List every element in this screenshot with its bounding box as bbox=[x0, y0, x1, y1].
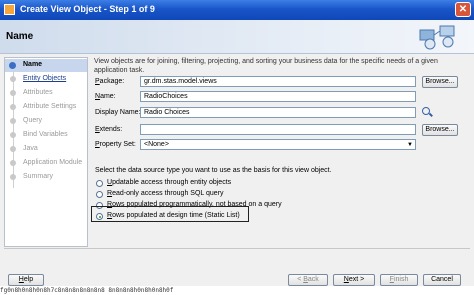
radio-icon bbox=[96, 180, 103, 187]
step-query: Query bbox=[5, 115, 87, 128]
wizard-header: Name bbox=[0, 20, 474, 54]
step-application-module: Application Module bbox=[5, 157, 87, 170]
finish-button: Finish bbox=[380, 274, 418, 286]
step-entity-objects[interactable]: Entity Objects bbox=[5, 73, 87, 86]
package-input[interactable]: gr.dm.stas.model.views bbox=[140, 76, 416, 87]
source-prompt: Select the data source type you want to … bbox=[95, 167, 332, 174]
step-label: Summary bbox=[23, 173, 53, 180]
description-text: View objects are for joining, filtering,… bbox=[94, 58, 438, 74]
display-name-label: Display Name: bbox=[95, 109, 141, 116]
name-label: Name: bbox=[95, 93, 116, 100]
step-label: Name bbox=[23, 61, 43, 68]
next-button[interactable]: Next > bbox=[333, 274, 375, 286]
step-dot-icon bbox=[10, 174, 16, 180]
step-summary: Summary bbox=[5, 171, 87, 184]
step-attributes: Attributes bbox=[5, 87, 87, 100]
step-current-icon bbox=[9, 62, 16, 69]
step-dot-icon bbox=[10, 132, 16, 138]
property-set-label: Property Set: bbox=[95, 141, 136, 148]
wizard-steps: Name Entity Objects Attributes Attribute… bbox=[4, 57, 88, 247]
view-object-illustration-icon bbox=[419, 25, 455, 50]
step-label: Bind Variables bbox=[23, 131, 68, 138]
help-button[interactable]: Help bbox=[8, 274, 44, 286]
step-name[interactable]: Name bbox=[5, 59, 87, 72]
step-label: Java bbox=[23, 145, 38, 152]
display-name-input[interactable]: Radio Choices bbox=[140, 107, 416, 118]
property-set-value: <None> bbox=[144, 141, 169, 148]
cancel-button[interactable]: Cancel bbox=[423, 274, 461, 286]
page-title: Name bbox=[6, 31, 34, 42]
package-label: Package: bbox=[95, 78, 125, 85]
extends-input[interactable] bbox=[140, 124, 416, 135]
extends-browse-button[interactable]: Browse... bbox=[422, 124, 458, 136]
status-strip: fg0n8h0n8h0n8h7c8n8n8n8n8n8n8 8n8n8n8h0n… bbox=[0, 286, 474, 295]
step-dot-icon bbox=[10, 118, 16, 124]
title-bar: Create View Object - Step 1 of 9 ✕ bbox=[0, 0, 474, 20]
package-browse-button[interactable]: Browse... bbox=[422, 76, 458, 88]
step-label: Attributes bbox=[23, 89, 53, 96]
window-title: Create View Object - Step 1 of 9 bbox=[20, 4, 155, 14]
step-dot-icon bbox=[10, 146, 16, 152]
property-set-select[interactable]: <None> ▼ bbox=[140, 139, 416, 150]
chevron-down-icon: ▼ bbox=[407, 142, 413, 148]
step-label: Entity Objects bbox=[23, 75, 67, 82]
step-java: Java bbox=[5, 143, 87, 156]
step-dot-icon bbox=[10, 160, 16, 166]
extends-label: Extends: bbox=[95, 126, 123, 133]
back-button: < Back bbox=[288, 274, 328, 286]
close-button[interactable]: ✕ bbox=[455, 2, 471, 17]
selection-highlight-box bbox=[91, 206, 249, 222]
step-label: Attribute Settings bbox=[23, 103, 77, 110]
step-label: Application Module bbox=[23, 159, 83, 166]
step-dot-icon bbox=[10, 76, 16, 82]
step-dot-icon bbox=[10, 90, 16, 96]
footer-divider bbox=[4, 248, 470, 249]
step-label: Query bbox=[23, 117, 43, 124]
name-input[interactable]: RadioChoices bbox=[140, 91, 416, 102]
app-icon bbox=[4, 4, 15, 15]
step-attribute-settings: Attribute Settings bbox=[5, 101, 87, 114]
radio-icon bbox=[96, 191, 103, 198]
step-bind-variables: Bind Variables bbox=[5, 129, 87, 142]
translate-search-icon[interactable] bbox=[422, 107, 430, 115]
step-dot-icon bbox=[10, 104, 16, 110]
